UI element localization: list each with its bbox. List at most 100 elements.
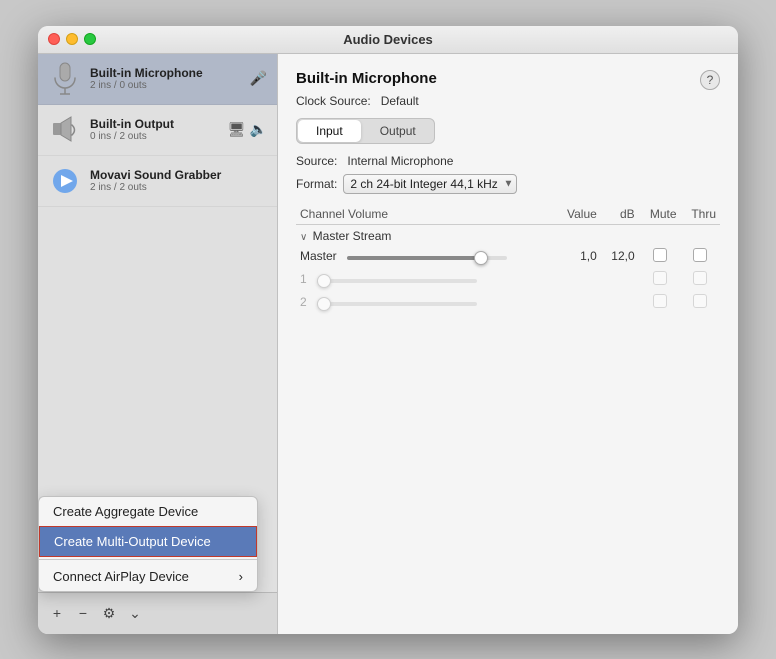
tab-output[interactable]: Output [362,119,434,143]
ch1-value-cell [555,268,601,291]
col-header-mute: Mute [639,204,681,225]
window-title: Audio Devices [343,32,433,47]
col-header-thru: Thru [681,204,720,225]
ch1-thru-cell [681,268,720,291]
tabs-row: Input Output [296,118,435,144]
master-mute-checkbox[interactable] [653,248,667,262]
ch1-mute-checkbox[interactable] [653,271,667,285]
ch2-thru-cell [681,291,720,314]
device-desc-microphone: 2 ins / 0 outs [90,80,203,91]
col-header-value: Value [555,204,601,225]
add-device-button[interactable]: + [46,602,68,624]
device-info-output: Built-in Output 0 ins / 2 outs [90,117,174,142]
ch2-mute-cell [639,291,681,314]
output-icon [48,113,82,147]
gear-button[interactable]: ⚙ [98,602,120,624]
device-item-built-in-microphone[interactable]: Built-in Microphone 2 ins / 0 outs 🎤 [38,54,277,105]
maximize-button[interactable] [84,33,96,45]
table-row-master: Master 1,0 12,0 [296,245,720,268]
device-info-microphone: Built-in Microphone 2 ins / 0 outs [90,66,203,91]
device-name-microphone: Built-in Microphone [90,66,203,80]
ch2-mute-checkbox[interactable] [653,294,667,308]
format-select[interactable]: 2 ch 24-bit Integer 44,1 kHz [343,174,517,194]
col-header-channel-volume: Channel Volume [296,204,555,225]
right-panel: Built-in Microphone ? Clock Source: Defa… [278,54,738,634]
ch2-channel-label: 2 [296,291,555,314]
device-badges-output: 🖥 🔈 [228,121,267,138]
ch2-slider[interactable] [317,302,477,306]
ch1-channel-label: 1 [296,268,555,291]
menu-item-create-multi-output-label: Create Multi-Output Device [54,534,211,549]
device-header: Built-in Microphone ? [296,70,720,90]
dropdown-menu: Create Aggregate Device Create Multi-Out… [38,496,258,592]
ch2-thru-checkbox[interactable] [693,294,707,308]
source-row: Source: Internal Microphone [296,154,720,168]
master-channel-label: Master [296,245,555,268]
ch2-value-cell [555,291,601,314]
microphone-icon [48,62,82,96]
ch1-thru-checkbox[interactable] [693,271,707,285]
help-button[interactable]: ? [700,70,720,90]
tab-input[interactable]: Input [298,120,361,142]
format-wrapper: 2 ch 24-bit Integer 44,1 kHz ▼ [343,174,517,194]
clock-source-row: Clock Source: Default [296,94,720,108]
col-header-db: dB [601,204,639,225]
source-value: Internal Microphone [347,154,453,168]
master-stream-chevron-icon: ∨ [300,232,307,243]
ch2-label-text: 2 [300,295,307,309]
device-desc-movavi: 2 ins / 2 outs [90,182,221,193]
channel-table: Channel Volume Value dB Mute Thru ∨ Mast… [296,204,720,314]
device-info-movavi: Movavi Sound Grabber 2 ins / 2 outs [90,168,221,193]
remove-device-button[interactable]: − [72,602,94,624]
left-panel: Built-in Microphone 2 ins / 0 outs 🎤 [38,54,278,634]
master-value-cell: 1,0 [555,245,601,268]
menu-item-connect-airplay-label: Connect AirPlay Device [53,569,189,584]
traffic-lights [48,33,96,45]
device-desc-output: 0 ins / 2 outs [90,131,174,142]
ch2-db-cell [601,291,639,314]
master-db-cell: 12,0 [601,245,639,268]
device-item-built-in-output[interactable]: Built-in Output 0 ins / 2 outs 🖥 🔈 [38,105,277,156]
minimize-button[interactable] [66,33,78,45]
ch1-slider[interactable] [317,279,477,283]
source-label: Source: [296,154,337,168]
monitor-badge-icon: 🖥 [228,121,246,138]
format-label: Format: [296,177,337,191]
master-mute-cell [639,245,681,268]
device-badges-microphone: 🎤 [250,70,267,87]
mic-badge-icon: 🎤 [250,70,267,87]
device-name-movavi: Movavi Sound Grabber [90,168,221,182]
right-panel-device-title: Built-in Microphone [296,70,437,87]
menu-item-create-aggregate[interactable]: Create Aggregate Device [39,497,257,526]
clock-source-label: Clock Source: [296,94,371,108]
format-row: Format: 2 ch 24-bit Integer 44,1 kHz ▼ [296,174,720,194]
menu-item-create-multi-output[interactable]: Create Multi-Output Device [39,526,257,557]
bottom-toolbar: + − ⚙ ⌄ Create Aggregate Device Create M… [38,592,277,634]
table-row-ch2: 2 [296,291,720,314]
ch1-label-text: 1 [300,272,307,286]
master-label-text: Master [300,249,337,263]
table-row-ch1: 1 [296,268,720,291]
close-button[interactable] [48,33,60,45]
master-stream-section-row: ∨ Master Stream [296,224,720,245]
device-item-movavi[interactable]: Movavi Sound Grabber 2 ins / 2 outs [38,156,277,207]
master-thru-checkbox[interactable] [693,248,707,262]
chevron-button[interactable]: ⌄ [124,602,146,624]
movavi-icon [48,164,82,198]
title-bar: Audio Devices [38,26,738,54]
master-stream-label: Master Stream [313,229,392,243]
master-slider[interactable] [347,256,507,260]
master-thru-cell [681,245,720,268]
clock-source-value: Default [381,94,419,108]
ch1-db-cell [601,268,639,291]
menu-item-create-aggregate-label: Create Aggregate Device [53,504,198,519]
device-name-output: Built-in Output [90,117,174,131]
ch1-mute-cell [639,268,681,291]
menu-divider [39,559,257,560]
audio-devices-window: Audio Devices Built-in [38,26,738,634]
menu-item-connect-airplay[interactable]: Connect AirPlay Device › [39,562,257,591]
speaker-badge-icon: 🔈 [250,121,267,138]
airplay-arrow-icon: › [239,569,243,584]
main-content: Built-in Microphone 2 ins / 0 outs 🎤 [38,54,738,634]
master-stream-cell: ∨ Master Stream [296,224,720,245]
